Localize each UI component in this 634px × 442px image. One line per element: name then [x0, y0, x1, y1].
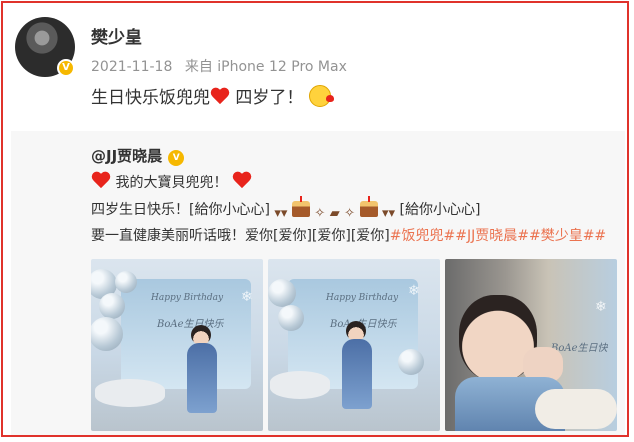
post-meta: 2021-11-18 来自 iPhone 12 Pro Max	[91, 56, 347, 76]
post-source: 来自 iPhone 12 Pro Max	[184, 59, 347, 75]
child-body	[342, 339, 372, 409]
repost-author[interactable]: @JJ贾晓晨 V	[91, 145, 185, 166]
kiss-face-icon	[309, 85, 335, 107]
sparkle-icon: ✧	[344, 206, 356, 221]
balloon	[398, 349, 424, 375]
photo-grid: Happy Birthday BoAe生日快乐 ❄ Happy Birthday…	[91, 259, 621, 435]
repost-line2-b: [給你小心心]	[399, 202, 481, 218]
balloon	[115, 271, 137, 293]
post-text-part1: 生日快乐饭兜兜	[91, 88, 210, 108]
cake-icon	[359, 196, 378, 217]
backdrop-text: BoAe生日快乐	[157, 319, 224, 330]
balloon	[99, 293, 125, 319]
post-date[interactable]: 2021-11-18	[91, 59, 172, 75]
photo-thumbnail[interactable]: BoAe生日快乐 ❄	[445, 259, 617, 431]
backdrop-caption: Happy Birthday	[326, 293, 399, 303]
photo-thumbnail[interactable]: Happy Birthday BoAe生日快乐 ❄	[268, 259, 440, 431]
verified-badge-icon: V	[57, 59, 75, 77]
adult-sweater	[535, 389, 617, 429]
hashtag-links[interactable]: #饭兜兜##JJ贾晓晨##樊少皇##	[390, 228, 606, 244]
repost-line-1: 我的大寶貝兜兜！	[91, 171, 252, 192]
cake-icon	[291, 196, 310, 217]
reposted-content: @JJ贾晓晨 V 我的大寶貝兜兜！ 四岁生日快乐！[給你小心心] ▾▾ ✧ ▰ ✧…	[11, 131, 625, 435]
child-head	[191, 325, 211, 345]
post-author[interactable]: 樊少皇	[91, 23, 142, 48]
backdrop-caption: Happy Birthday	[151, 293, 224, 303]
garland-icon: ▾▾	[381, 206, 396, 221]
repost-author-name[interactable]: @JJ贾晓晨	[91, 147, 162, 165]
snowflake-icon: ❄	[595, 299, 607, 315]
cake-slice-icon: ▰	[329, 206, 340, 221]
heart-icon	[91, 171, 111, 189]
balloon	[268, 279, 296, 307]
garland-icon: ▾▾	[274, 206, 288, 221]
heart-icon	[210, 87, 230, 105]
table	[95, 379, 165, 407]
verified-badge-icon: V	[168, 150, 185, 166]
repost-line3-plain: 要一直健康美丽听话哦！爱你[爱你][爱你][爱你]	[91, 228, 390, 244]
heart-icon	[232, 171, 252, 189]
child-body	[187, 343, 217, 413]
post-text: 生日快乐饭兜兜 四岁了！	[91, 83, 335, 108]
child-head	[346, 321, 366, 341]
repost-line-3: 要一直健康美丽听话哦！爱你[爱你][爱你][爱你]#饭兜兜##JJ贾晓晨##樊少…	[91, 225, 606, 245]
repost-line1-text: 我的大寶貝兜兜！	[115, 175, 228, 191]
balloon	[278, 305, 304, 331]
snowflake-icon: ❄	[241, 289, 253, 305]
photo-thumbnail[interactable]: Happy Birthday BoAe生日快乐 ❄	[91, 259, 263, 431]
repost-line2-a: 四岁生日快乐！[給你小心心]	[91, 202, 270, 218]
weibo-post-card: V 樊少皇 2021-11-18 来自 iPhone 12 Pro Max 生日…	[1, 1, 629, 437]
post-text-part2: 四岁了！	[230, 88, 304, 108]
table	[270, 371, 330, 399]
snowflake-icon: ❄	[408, 283, 420, 299]
sparkle-icon: ✧	[314, 206, 326, 221]
repost-line-2: 四岁生日快乐！[給你小心心] ▾▾ ✧ ▰ ✧ ▾▾ [給你小心心]	[91, 196, 481, 221]
